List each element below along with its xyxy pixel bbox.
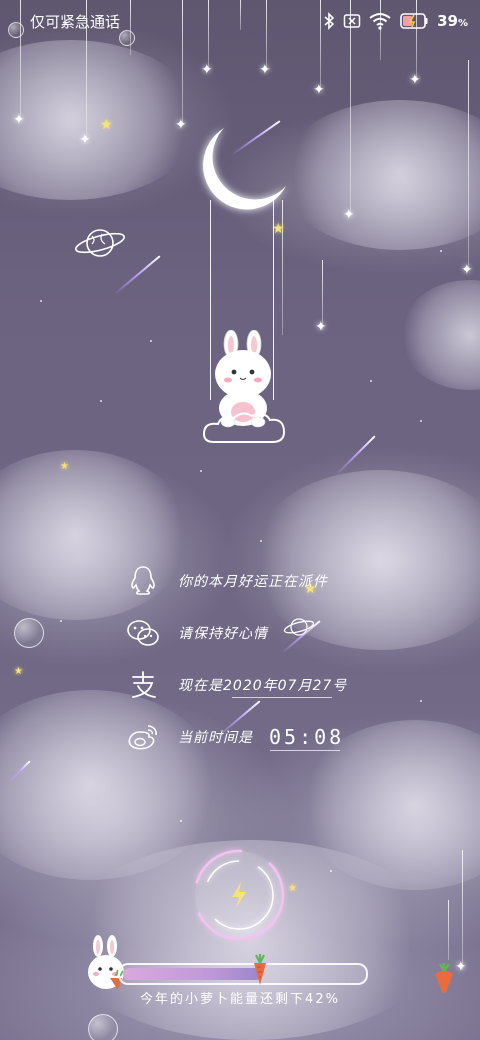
- sparkle-star: ✦: [175, 117, 187, 133]
- star: [60, 620, 62, 622]
- carrot-marker-icon: [254, 954, 266, 985]
- sparkle-star: ✦: [79, 132, 91, 148]
- star: [40, 300, 42, 302]
- sparkle-star: ✦: [259, 62, 271, 78]
- lightning-icon: [232, 882, 246, 908]
- cloud: [400, 280, 480, 390]
- status-icons: 39%: [323, 8, 468, 34]
- info-row-qq[interactable]: 你的本月好运正在派件: [124, 562, 328, 600]
- yellow-star: ★: [100, 117, 113, 133]
- wechat-message-text: 请保持好心情: [178, 626, 268, 642]
- sparkle-star: ✦: [343, 207, 355, 223]
- planet-icon: [74, 229, 126, 257]
- date-underline: [232, 697, 332, 698]
- sparkle-star: ✦: [13, 112, 25, 128]
- hanging-string: [448, 900, 449, 960]
- bluetooth-icon: [324, 12, 335, 30]
- star: [440, 250, 442, 252]
- star: [200, 470, 202, 472]
- moon-icon: [203, 128, 286, 210]
- weibo-icon: [124, 718, 162, 756]
- star: [370, 380, 372, 382]
- hanging-string: [468, 60, 469, 270]
- planet-icon: [283, 618, 315, 636]
- energy-progress-fill: [123, 968, 262, 980]
- qq-message-text: 你的本月好运正在派件: [178, 574, 328, 590]
- sparkle-star: ✦: [409, 72, 421, 88]
- sparkle-star: ✦: [313, 82, 325, 98]
- sparkle-star: ✦: [201, 62, 213, 78]
- no-sim-icon: [343, 14, 361, 28]
- info-row-alipay[interactable]: 现在是2020年07月27号: [124, 666, 347, 704]
- battery-percent: 39%: [437, 12, 468, 30]
- time-value: 05:08: [269, 725, 345, 749]
- star: [180, 820, 182, 822]
- star: [420, 420, 422, 422]
- alipay-icon: [124, 666, 162, 704]
- wifi-icon: [369, 13, 391, 30]
- battery-icon: [399, 10, 429, 32]
- bubble: [88, 1014, 118, 1040]
- time-underline: [270, 750, 340, 751]
- info-row-wechat[interactable]: 请保持好心情: [124, 614, 268, 652]
- carrier-label: 仅可紧急通话: [30, 13, 121, 31]
- star: [330, 870, 332, 872]
- qq-penguin-icon: [124, 562, 162, 600]
- yellow-star: ★: [60, 461, 69, 472]
- wechat-icon: [124, 614, 162, 652]
- bubble: [14, 618, 44, 648]
- star: [150, 340, 152, 342]
- date-text: 现在是2020年07月27号: [178, 678, 348, 694]
- energy-caption: 今年的小萝卜能量还剩下42%: [140, 992, 340, 1007]
- bunny-swing-illustration: [202, 330, 286, 443]
- sparkle-star: ✦: [461, 262, 473, 278]
- time-label: 当前时间是: [178, 730, 253, 746]
- yellow-star: ★: [14, 666, 23, 677]
- energy-progress-bar: [118, 963, 368, 985]
- sparkle-star: ✦: [315, 319, 327, 335]
- star: [420, 700, 422, 702]
- star: [260, 540, 262, 542]
- cloud: [280, 100, 480, 250]
- hanging-string: [462, 850, 463, 970]
- star: [100, 400, 102, 402]
- status-bar: 仅可紧急通话 39%: [0, 0, 480, 44]
